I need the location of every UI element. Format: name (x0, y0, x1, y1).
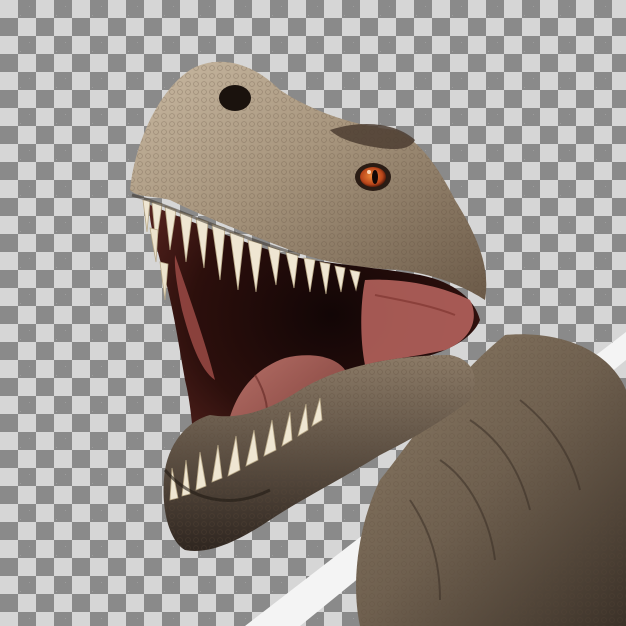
image-canvas (0, 0, 626, 626)
eye-pupil (372, 170, 378, 184)
nostril (219, 85, 251, 111)
dinosaur-illustration (130, 61, 626, 626)
eye-highlight (367, 170, 371, 174)
